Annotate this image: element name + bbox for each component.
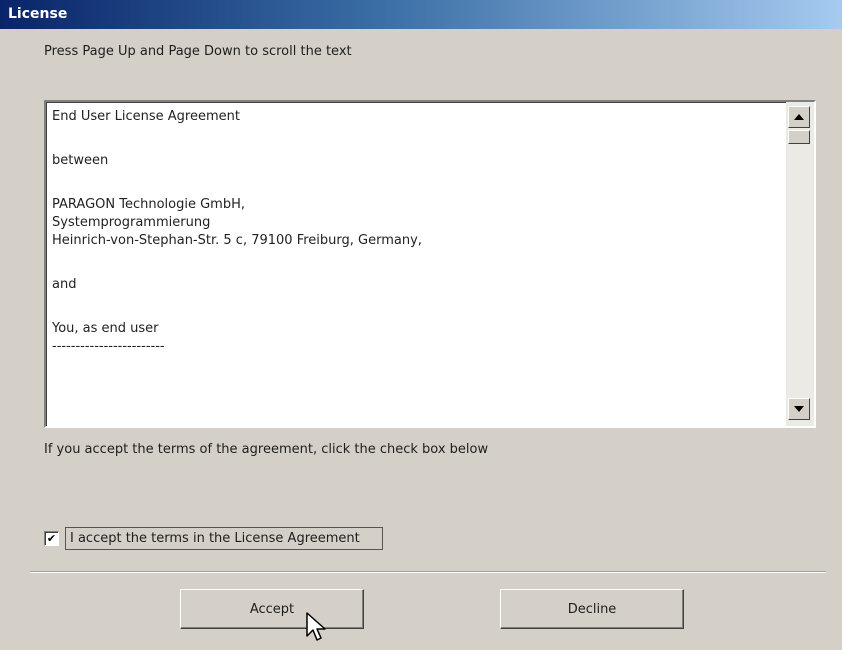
separator-line (30, 571, 826, 573)
license-line-address: Heinrich-von-Stephan-Str. 5 c, 79100 Fre… (52, 233, 422, 248)
accept-button-label: Accept (249, 601, 295, 617)
scroll-down-arrow-icon[interactable] (788, 398, 810, 420)
title-bar[interactable]: License (0, 0, 842, 29)
accept-instruction: If you accept the terms of the agreement… (44, 442, 489, 457)
accept-terms-checkbox[interactable]: ✔ (44, 530, 59, 546)
window-title: License (8, 6, 68, 22)
accept-button[interactable]: Accept (180, 589, 364, 629)
mouse-pointer-icon (306, 612, 328, 650)
license-line-between: between (52, 153, 109, 168)
license-line-company: PARAGON Technologie GmbH, (52, 197, 246, 212)
accept-terms-label[interactable]: I accept the terms in the License Agreem… (65, 526, 383, 550)
scroll-instruction: Press Page Up and Page Down to scroll th… (44, 44, 352, 59)
license-line-end-user: You, as end user (52, 321, 159, 336)
license-line-and: and (52, 277, 77, 292)
decline-button[interactable]: Decline (500, 589, 684, 629)
vertical-scrollbar[interactable] (786, 102, 814, 426)
license-text-content: End User License Agreement between PARAG… (52, 108, 782, 422)
decline-button-label: Decline (567, 601, 617, 617)
license-dialog: License Press Page Up and Page Down to s… (0, 0, 842, 648)
license-text-box[interactable]: End User License Agreement between PARAG… (44, 100, 816, 428)
scroll-thumb[interactable] (788, 130, 810, 144)
scroll-up-arrow-icon[interactable] (788, 106, 810, 128)
license-line-title: End User License Agreement (52, 109, 240, 124)
license-line-divider: ------------------------ (52, 339, 165, 354)
license-line-department: Systemprogrammierung (52, 215, 211, 230)
accept-terms-row[interactable]: ✔ I accept the terms in the License Agre… (44, 525, 383, 551)
